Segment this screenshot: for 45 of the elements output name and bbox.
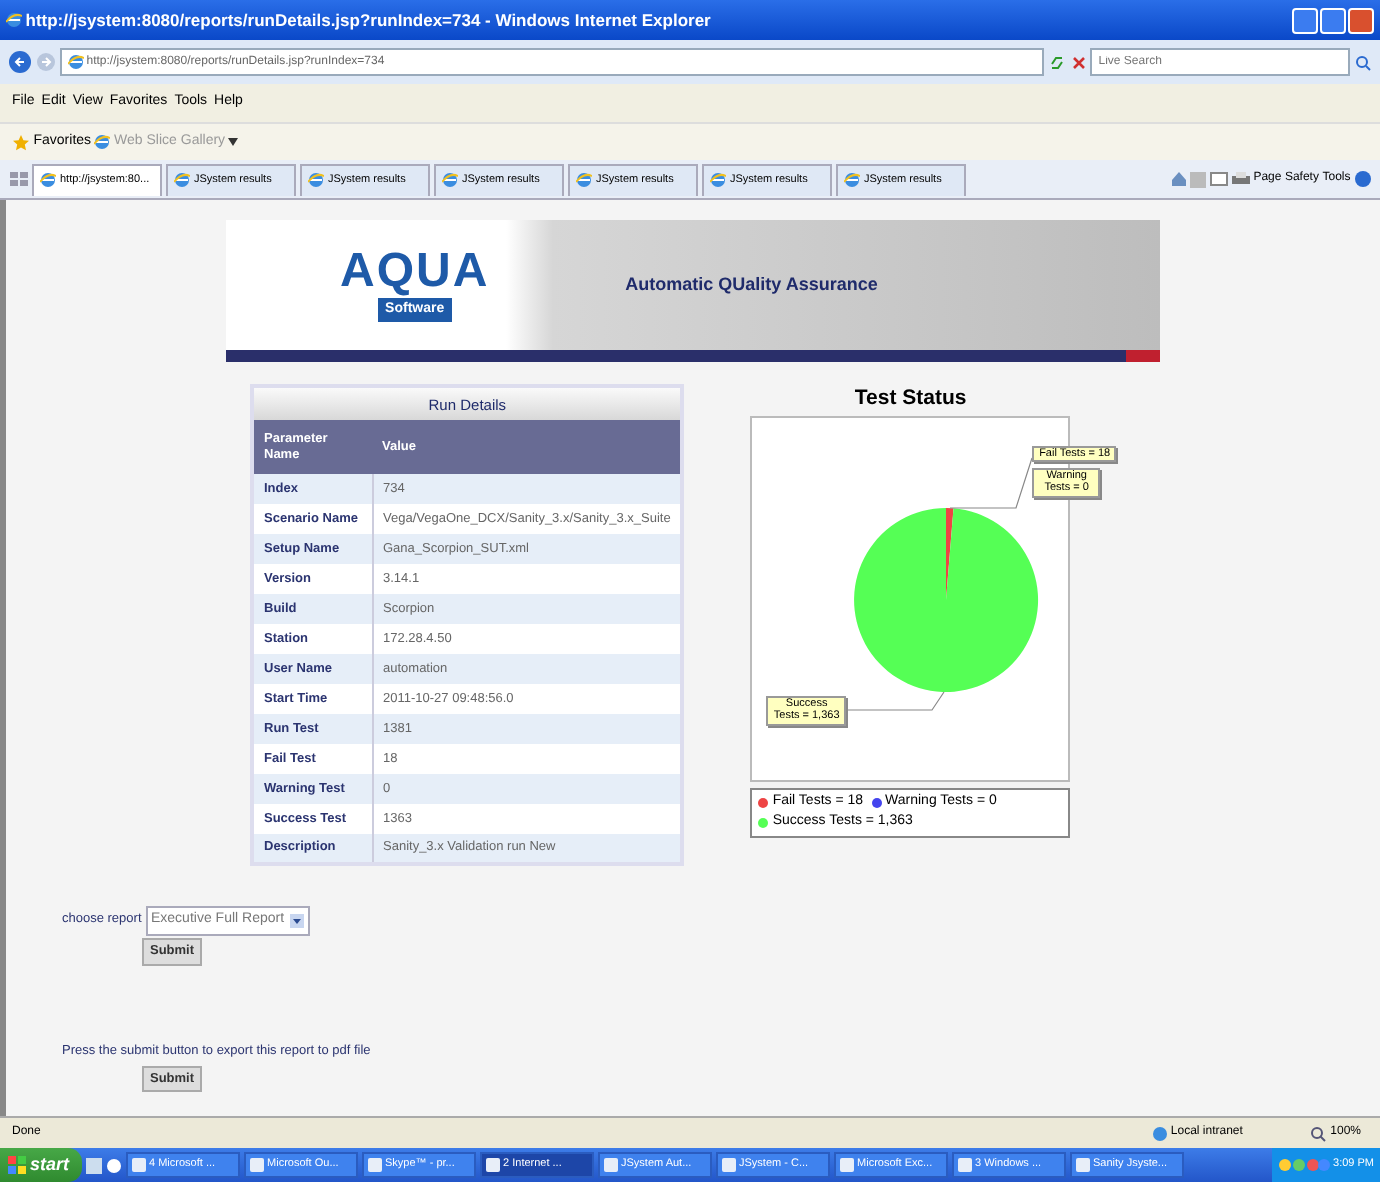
magnifier-icon[interactable] <box>1310 1125 1327 1141</box>
logo-text: AQUA <box>340 247 490 296</box>
globe-icon <box>6 12 22 28</box>
app-icon <box>1075 1158 1090 1172</box>
app-icon <box>839 1158 854 1172</box>
globe-icon <box>442 172 458 188</box>
close-button[interactable] <box>1348 7 1374 33</box>
banner-accent <box>1126 350 1160 362</box>
app-icon <box>721 1158 736 1172</box>
quick-tabs-icon[interactable] <box>8 169 32 189</box>
start-button[interactable]: start <box>0 1148 82 1182</box>
banner-tagline: Automatic QUality Assurance <box>625 271 878 298</box>
back-button[interactable] <box>8 50 32 74</box>
minimize-button[interactable] <box>1292 7 1318 33</box>
leader-line <box>950 456 1034 509</box>
app-icon <box>131 1158 146 1172</box>
globe-icon <box>710 172 726 188</box>
globe-icon <box>576 172 592 188</box>
globe-icon <box>308 172 324 188</box>
print-icon[interactable] <box>1231 171 1250 187</box>
app-icon <box>367 1158 382 1172</box>
globe-icon <box>40 172 56 188</box>
caret-icon <box>228 138 239 146</box>
app-icon <box>603 1158 618 1172</box>
globe-icon <box>1151 1125 1168 1141</box>
globe-icon <box>94 134 111 150</box>
mail-icon[interactable] <box>1210 172 1229 186</box>
globe-icon <box>844 172 860 188</box>
app-icon <box>957 1158 972 1172</box>
leader-line <box>848 690 946 711</box>
globe-icon <box>67 54 83 70</box>
caret-icon <box>290 913 305 928</box>
restore-button[interactable] <box>1320 7 1346 33</box>
search-icon[interactable] <box>1354 53 1372 71</box>
window-title: http://jsystem:8080/reports/runDetails.jsp?runIndex=734 - Windows Internet Explorer <box>25 7 713 33</box>
tray-icons <box>1277 1158 1330 1172</box>
star-icon <box>12 133 30 151</box>
home-icon[interactable] <box>1169 170 1188 188</box>
refresh-icon[interactable] <box>1047 53 1066 71</box>
app-icon <box>485 1158 500 1172</box>
globe-icon <box>174 172 190 188</box>
chart-title: Test Status <box>852 384 969 414</box>
windows-logo-icon <box>8 1156 26 1174</box>
stop-icon[interactable] <box>1069 53 1087 71</box>
app-icon <box>249 1158 264 1172</box>
